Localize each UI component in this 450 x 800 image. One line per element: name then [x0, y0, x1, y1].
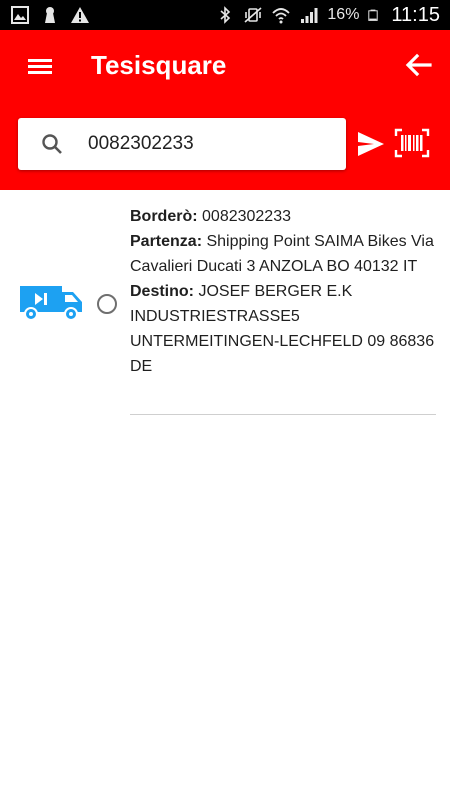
border-line: Borderò: 0082302233 — [130, 204, 435, 229]
keyhole-icon — [45, 7, 55, 23]
app-title: Tesisquare — [91, 50, 227, 80]
status-bar-right: 16% 11:15 — [215, 4, 440, 27]
menu-icon[interactable] — [22, 52, 58, 80]
truck-icon — [20, 286, 82, 321]
clock-time: 11:15 — [391, 3, 440, 26]
departure-line: Partenza: Shipping Point SAIMA Bikes Via… — [130, 229, 435, 279]
wifi-icon — [272, 8, 291, 24]
destination-label: Destino: — [130, 283, 194, 300]
shipment-list-item[interactable]: Borderò: 0082302233 Partenza: Shipping P… — [0, 196, 450, 416]
select-radio[interactable] — [97, 294, 117, 314]
search-input[interactable] — [88, 124, 318, 164]
app-bar: Tesisquare — [0, 30, 450, 190]
battery-icon — [368, 9, 379, 21]
status-bar-left — [10, 5, 90, 25]
battery-percentage: 16% — [327, 6, 360, 23]
status-bar: 16% 11:15 — [0, 0, 450, 30]
border-label: Borderò: — [130, 208, 198, 225]
back-arrow-icon[interactable] — [402, 48, 436, 82]
search-box[interactable] — [18, 118, 346, 170]
destination-line: Destino: JOSEF BERGER E.K INDUSTRIESTRAS… — [130, 279, 435, 379]
shipment-details: Borderò: 0082302233 Partenza: Shipping P… — [130, 204, 435, 379]
barcode-scan-icon[interactable] — [394, 128, 430, 158]
border-value: 0082302233 — [202, 208, 291, 225]
departure-label: Partenza: — [130, 233, 203, 250]
bluetooth-icon — [220, 6, 231, 24]
search-icon — [42, 134, 62, 154]
divider — [130, 414, 436, 415]
vibrate-icon — [244, 7, 262, 23]
send-icon[interactable] — [356, 130, 386, 158]
signal-icon — [301, 8, 318, 23]
gallery-icon — [11, 6, 29, 24]
warning-icon — [71, 7, 89, 23]
